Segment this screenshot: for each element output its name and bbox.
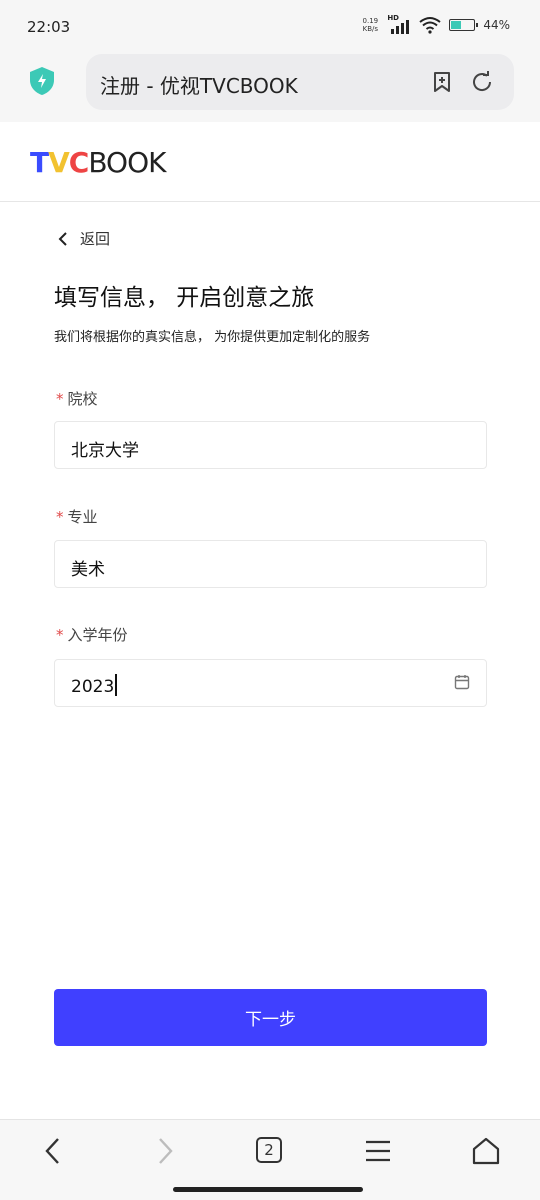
signal-icon: HD <box>387 14 411 34</box>
status-bar: 22:03 0.19 KB/s HD 44% <box>0 0 540 54</box>
enrollment-year-text: 2023 <box>71 677 115 697</box>
wifi-icon <box>419 17 441 34</box>
back-arrow-icon[interactable] <box>38 1135 70 1167</box>
logo-letter-v: V <box>48 146 70 179</box>
status-icons: 0.19 KB/s HD 44% <box>361 14 510 34</box>
school-field[interactable]: 北京大学 <box>54 421 487 469</box>
school-label-text: 院校 <box>67 390 98 408</box>
logo-letter-t: T <box>30 146 49 179</box>
tvcbook-logo[interactable]: TVCBOOK <box>30 146 167 179</box>
school-label: * 院校 <box>56 388 98 409</box>
shield-icon[interactable] <box>28 66 56 96</box>
enrollment-year-label-text: 入学年份 <box>67 626 128 644</box>
major-field[interactable]: 美术 <box>54 540 487 588</box>
browser-bar: 注册 - 优视TVCBOOK <box>0 54 540 122</box>
home-indicator[interactable] <box>173 1187 363 1192</box>
back-label: 返回 <box>80 230 111 248</box>
forward-arrow-icon[interactable] <box>148 1135 180 1167</box>
required-mark: * <box>56 508 64 526</box>
required-mark: * <box>56 626 64 644</box>
network-speed-unit: KB/s <box>362 25 379 33</box>
refresh-icon[interactable] <box>470 70 494 94</box>
menu-icon[interactable] <box>362 1135 394 1167</box>
major-label: * 专业 <box>56 506 98 527</box>
home-icon[interactable] <box>470 1135 502 1167</box>
screen: 22:03 0.19 KB/s HD 44% 注册 - 优视TVCBOOK TV… <box>0 0 540 1200</box>
add-bookmark-icon[interactable] <box>430 70 454 94</box>
status-time: 22:03 <box>27 18 71 36</box>
calendar-icon[interactable] <box>454 674 470 690</box>
enrollment-year-field[interactable]: 2023 <box>54 659 487 707</box>
logo-text: BOOK <box>88 146 166 179</box>
major-value: 美术 <box>71 560 105 580</box>
network-speed: 0.19 KB/s <box>361 17 379 33</box>
site-header: TVCBOOK <box>0 122 540 202</box>
page-title[interactable]: 注册 - 优视TVCBOOK <box>100 70 298 99</box>
school-value: 北京大学 <box>71 441 139 461</box>
battery-percent: 44% <box>483 18 510 32</box>
battery-icon <box>449 19 479 31</box>
text-caret <box>115 674 118 696</box>
form-subtitle: 我们将根据你的真实信息， 为你提供更加定制化的服务 <box>54 330 371 345</box>
chevron-left-icon <box>58 231 67 246</box>
logo-letter-c: C <box>68 146 90 179</box>
enrollment-year-label: * 入学年份 <box>56 624 128 645</box>
address-bar[interactable]: 注册 - 优视TVCBOOK <box>86 54 514 110</box>
enrollment-year-value: 2023 <box>71 674 118 697</box>
next-step-button[interactable]: 下一步 <box>54 989 487 1046</box>
required-mark: * <box>56 390 64 408</box>
tabs-button[interactable]: 2 <box>256 1137 282 1163</box>
form-title: 填写信息， 开启创意之旅 <box>54 285 315 311</box>
network-speed-value: 0.19 <box>362 17 379 25</box>
major-label-text: 专业 <box>67 508 98 526</box>
back-link[interactable]: 返回 <box>56 228 110 249</box>
